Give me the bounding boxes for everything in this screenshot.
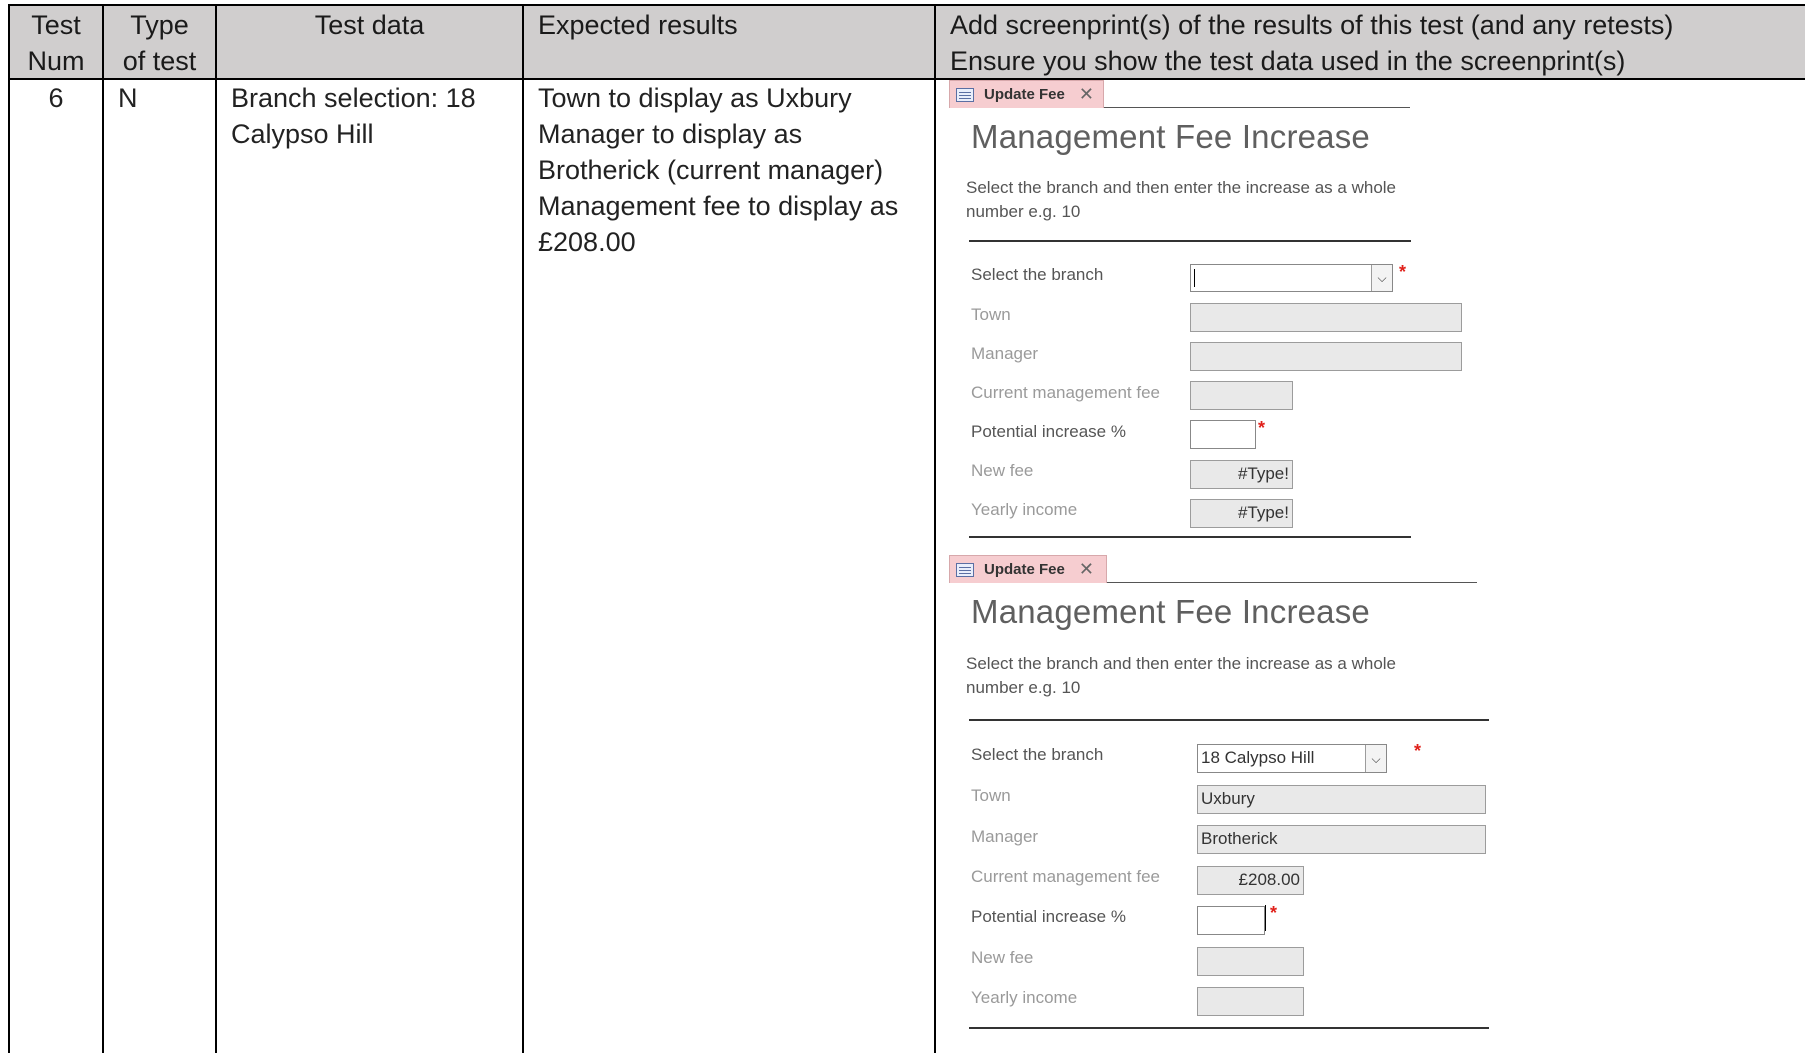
table-left-border [8,4,10,1053]
row-type: N [118,83,138,113]
town-label: Town [971,305,1011,324]
header-screenprint-line2: Ensure you show the test data used in th… [950,46,1626,76]
header-test-data: Test data [314,10,425,40]
header-test-num-line2: Num [27,46,85,76]
new-fee-label: New fee [971,948,1034,967]
header-type-line2: of test [122,46,197,76]
yearly-income-field[interactable]: #Type! [1190,499,1293,528]
screenprint-2: Update Fee ✕ Management Fee Increase Sel… [949,555,1529,1030]
text-caret [1265,905,1266,931]
form-tab-label: Update Fee [984,86,1065,103]
expected-line4: Management fee to display as [538,191,899,221]
chevron-down-icon[interactable]: ⌵ [1365,745,1386,772]
branch-select[interactable]: 18 Calypso Hill ⌵ [1197,744,1387,773]
form-description-line1: Select the branch and then enter the inc… [966,654,1397,673]
town-field[interactable]: Uxbury [1197,785,1486,814]
form-icon [956,562,974,577]
form-title: Management Fee Increase [971,593,1370,630]
current-fee-label: Current management fee [971,383,1160,402]
manager-label: Manager [971,827,1039,846]
form-description: Select the branch and then enter the inc… [966,652,1506,700]
increase-input[interactable] [1190,420,1256,449]
row-expected-results: Town to display as Uxbury Manager to dis… [538,80,934,260]
header-test-num-line1: Test [31,10,81,40]
current-fee-label: Current management fee [971,867,1160,886]
increase-label: Potential increase % [971,422,1126,441]
header-type: Type of test [104,7,215,79]
current-fee-field[interactable]: £208.00 [1197,866,1304,895]
manager-label: Manager [971,344,1039,363]
tab-strip-line [1104,107,1410,108]
column-divider-3 [522,4,524,1053]
new-fee-field[interactable] [1197,947,1304,976]
town-label: Town [971,786,1011,805]
required-marker: * [1414,741,1422,761]
close-icon[interactable]: ✕ [1079,559,1094,580]
branch-select-value: 18 Calypso Hill [1201,748,1315,767]
form-description-line2: number e.g. 10 [966,202,1081,221]
row-test-num: 6 [48,83,64,113]
screenprint-1: Update Fee ✕ Management Fee Increase Sel… [949,80,1464,540]
text-caret [1194,269,1195,287]
expected-line1: Town to display as Uxbury [538,83,852,113]
form-tab[interactable]: Update Fee ✕ [949,555,1107,583]
form-tab[interactable]: Update Fee ✕ [949,80,1104,108]
branch-label: Select the branch [971,745,1104,764]
new-fee-field[interactable]: #Type! [1190,460,1293,489]
header-rule [969,719,1489,721]
tab-strip-line [1107,582,1477,583]
footer-rule [969,1027,1489,1029]
header-screenprint-line1: Add screenprint(s) of the results of thi… [950,10,1674,40]
expected-line3: Brotherick (current manager) [538,155,884,185]
expected-line5: £208.00 [538,227,636,257]
column-divider-2 [215,4,217,1053]
form-title: Management Fee Increase [971,118,1370,155]
expected-line2: Manager to display as [538,119,803,149]
table-top-border [9,4,1805,6]
branch-label: Select the branch [971,265,1104,284]
yearly-income-label: Yearly income [971,500,1078,519]
footer-rule [969,536,1411,538]
yearly-income-label: Yearly income [971,988,1078,1007]
form-tab-label: Update Fee [984,561,1065,578]
header-test-num: Test Num [10,7,102,79]
form-description-line2: number e.g. 10 [966,678,1081,697]
close-icon[interactable]: ✕ [1079,84,1094,105]
increase-label: Potential increase % [971,907,1126,926]
form-description-line1: Select the branch and then enter the inc… [966,178,1397,197]
column-divider-4 [934,4,936,1053]
manager-field[interactable] [1190,342,1462,371]
required-marker: * [1258,418,1266,438]
increase-input[interactable] [1197,906,1265,935]
new-fee-label: New fee [971,461,1034,480]
header-type-line1: Type [130,10,189,40]
header-screenprint: Add screenprint(s) of the results of thi… [950,7,1800,79]
row-test-data-line1: Branch selection: 18 [231,83,476,113]
town-field[interactable] [1190,303,1462,332]
column-divider-1 [102,4,104,1053]
row-test-data: Branch selection: 18 Calypso Hill [231,80,521,152]
yearly-income-field[interactable] [1197,987,1304,1016]
required-marker: * [1270,903,1278,923]
required-marker: * [1399,262,1407,282]
row-test-data-line2: Calypso Hill [231,119,374,149]
manager-field[interactable]: Brotherick [1197,825,1486,854]
header-rule [969,240,1411,242]
current-fee-field[interactable] [1190,381,1293,410]
chevron-down-icon[interactable]: ⌵ [1371,265,1392,291]
header-expected-results: Expected results [538,10,738,40]
form-icon [956,87,974,102]
form-description: Select the branch and then enter the inc… [966,176,1456,224]
branch-select[interactable]: ⌵ [1190,264,1393,292]
